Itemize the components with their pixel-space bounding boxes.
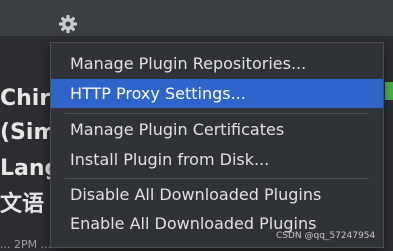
plugin-title-line: 文语: [0, 192, 45, 217]
settings-dropdown-menu: Manage Plugin Repositories... HTTP Proxy…: [50, 42, 384, 248]
menu-separator: [65, 178, 369, 179]
install-button-edge[interactable]: [385, 82, 393, 100]
plugin-title-line: (Sim: [0, 120, 57, 145]
menu-item-manage-plugin-repositories[interactable]: Manage Plugin Repositories...: [51, 49, 383, 78]
watermark: CSDN @qq_57247954: [276, 231, 376, 241]
gear-icon[interactable]: [58, 14, 78, 34]
menu-item-http-proxy-settings[interactable]: HTTP Proxy Settings...: [51, 79, 383, 108]
plugin-title-line: Chir: [0, 86, 51, 111]
menu-item-disable-all-downloaded-plugins[interactable]: Disable All Downloaded Plugins: [51, 180, 383, 209]
menu-item-manage-plugin-certificates[interactable]: Manage Plugin Certificates: [51, 115, 383, 144]
menu-separator: [65, 113, 369, 114]
menu-item-install-plugin-from-disk[interactable]: Install Plugin from Disk...: [51, 145, 383, 174]
